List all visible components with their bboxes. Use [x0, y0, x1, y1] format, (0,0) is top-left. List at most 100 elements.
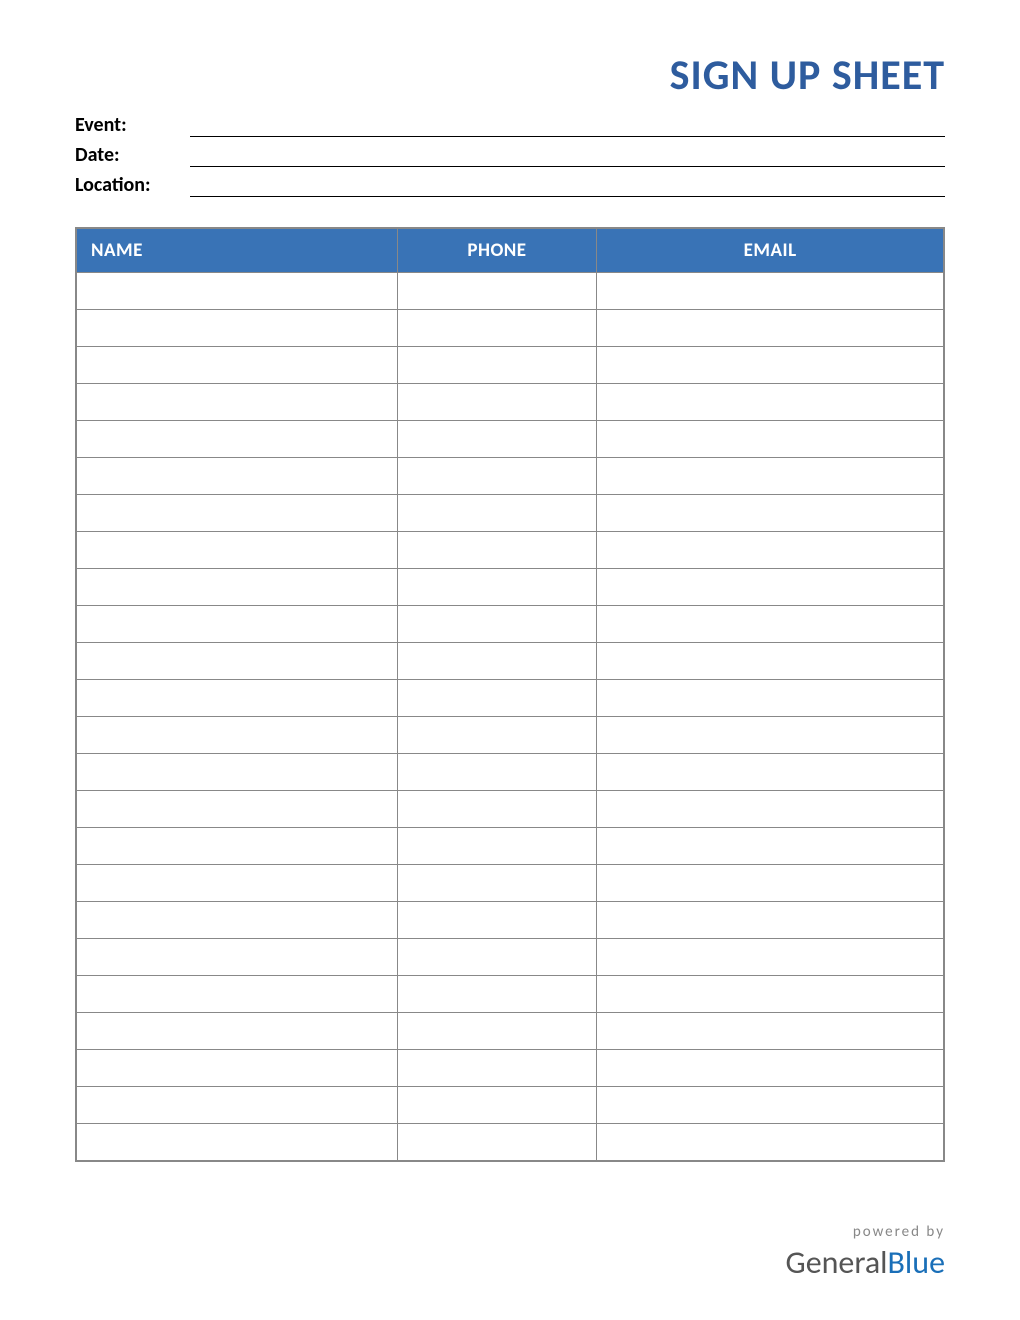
table-row: [76, 1013, 944, 1050]
table-cell-name[interactable]: [76, 384, 397, 421]
table-cell-phone[interactable]: [397, 754, 597, 791]
table-cell-name[interactable]: [76, 532, 397, 569]
table-header-email: EMAIL: [597, 228, 944, 273]
table-cell-phone[interactable]: [397, 1124, 597, 1161]
table-cell-name[interactable]: [76, 273, 397, 310]
page-title: SIGN UP SHEET: [75, 50, 945, 101]
table-cell-phone[interactable]: [397, 569, 597, 606]
table-cell-email[interactable]: [597, 532, 944, 569]
table-cell-name[interactable]: [76, 310, 397, 347]
table-cell-phone[interactable]: [397, 532, 597, 569]
table-row: [76, 347, 944, 384]
table-cell-email[interactable]: [597, 865, 944, 902]
table-row: [76, 865, 944, 902]
event-input-line[interactable]: [190, 113, 945, 137]
table-cell-name[interactable]: [76, 347, 397, 384]
table-cell-phone[interactable]: [397, 384, 597, 421]
table-cell-email[interactable]: [597, 939, 944, 976]
table-row: [76, 495, 944, 532]
table-cell-phone[interactable]: [397, 791, 597, 828]
table-cell-phone[interactable]: [397, 939, 597, 976]
table-cell-phone[interactable]: [397, 347, 597, 384]
table-cell-email[interactable]: [597, 569, 944, 606]
brand-blue: Blue: [888, 1243, 945, 1282]
table-cell-name[interactable]: [76, 1124, 397, 1161]
info-row-event: Event:: [75, 113, 945, 137]
table-cell-email[interactable]: [597, 643, 944, 680]
table-cell-phone[interactable]: [397, 717, 597, 754]
table-cell-name[interactable]: [76, 791, 397, 828]
info-section: Event: Date: Location:: [75, 113, 945, 197]
table-row: [76, 384, 944, 421]
table-cell-name[interactable]: [76, 1087, 397, 1124]
table-header-name: NAME: [76, 228, 397, 273]
table-cell-name[interactable]: [76, 643, 397, 680]
table-cell-phone[interactable]: [397, 1087, 597, 1124]
brand-logo: GeneralBlue: [786, 1243, 946, 1282]
table-cell-email[interactable]: [597, 310, 944, 347]
table-row: [76, 643, 944, 680]
table-cell-email[interactable]: [597, 680, 944, 717]
table-cell-email[interactable]: [597, 828, 944, 865]
table-cell-name[interactable]: [76, 569, 397, 606]
table-cell-email[interactable]: [597, 347, 944, 384]
table-cell-email[interactable]: [597, 1124, 944, 1161]
table-cell-phone[interactable]: [397, 902, 597, 939]
table-cell-email[interactable]: [597, 1050, 944, 1087]
table-cell-name[interactable]: [76, 717, 397, 754]
date-label: Date:: [75, 143, 190, 167]
table-row: [76, 310, 944, 347]
table-cell-name[interactable]: [76, 939, 397, 976]
location-input-line[interactable]: [190, 173, 945, 197]
table-cell-name[interactable]: [76, 458, 397, 495]
table-cell-email[interactable]: [597, 495, 944, 532]
table-cell-name[interactable]: [76, 754, 397, 791]
table-cell-name[interactable]: [76, 902, 397, 939]
table-cell-phone[interactable]: [397, 828, 597, 865]
table-row: [76, 791, 944, 828]
table-header-phone: PHONE: [397, 228, 597, 273]
table-cell-phone[interactable]: [397, 495, 597, 532]
table-cell-email[interactable]: [597, 902, 944, 939]
table-cell-email[interactable]: [597, 791, 944, 828]
table-cell-name[interactable]: [76, 495, 397, 532]
table-cell-email[interactable]: [597, 1087, 944, 1124]
table-cell-email[interactable]: [597, 273, 944, 310]
signup-table: NAME PHONE EMAIL: [75, 227, 945, 1162]
table-row: [76, 902, 944, 939]
table-row: [76, 976, 944, 1013]
table-cell-phone[interactable]: [397, 310, 597, 347]
table-cell-phone[interactable]: [397, 1013, 597, 1050]
location-label: Location:: [75, 173, 190, 197]
table-row: [76, 532, 944, 569]
table-cell-phone[interactable]: [397, 976, 597, 1013]
table-cell-name[interactable]: [76, 828, 397, 865]
table-cell-name[interactable]: [76, 421, 397, 458]
table-cell-name[interactable]: [76, 1013, 397, 1050]
table-cell-email[interactable]: [597, 458, 944, 495]
table-cell-name[interactable]: [76, 976, 397, 1013]
table-cell-phone[interactable]: [397, 606, 597, 643]
table-cell-name[interactable]: [76, 1050, 397, 1087]
table-cell-phone[interactable]: [397, 458, 597, 495]
table-cell-phone[interactable]: [397, 273, 597, 310]
table-cell-email[interactable]: [597, 976, 944, 1013]
table-cell-email[interactable]: [597, 421, 944, 458]
table-cell-phone[interactable]: [397, 421, 597, 458]
table-cell-email[interactable]: [597, 384, 944, 421]
table-cell-phone[interactable]: [397, 643, 597, 680]
date-input-line[interactable]: [190, 143, 945, 167]
table-cell-email[interactable]: [597, 606, 944, 643]
table-cell-email[interactable]: [597, 754, 944, 791]
table-cell-phone[interactable]: [397, 680, 597, 717]
table-cell-phone[interactable]: [397, 1050, 597, 1087]
table-row: [76, 754, 944, 791]
table-row: [76, 569, 944, 606]
table-cell-name[interactable]: [76, 865, 397, 902]
table-cell-email[interactable]: [597, 1013, 944, 1050]
table-cell-email[interactable]: [597, 717, 944, 754]
table-cell-name[interactable]: [76, 680, 397, 717]
table-cell-phone[interactable]: [397, 865, 597, 902]
table-cell-name[interactable]: [76, 606, 397, 643]
brand-general: General: [786, 1243, 888, 1282]
